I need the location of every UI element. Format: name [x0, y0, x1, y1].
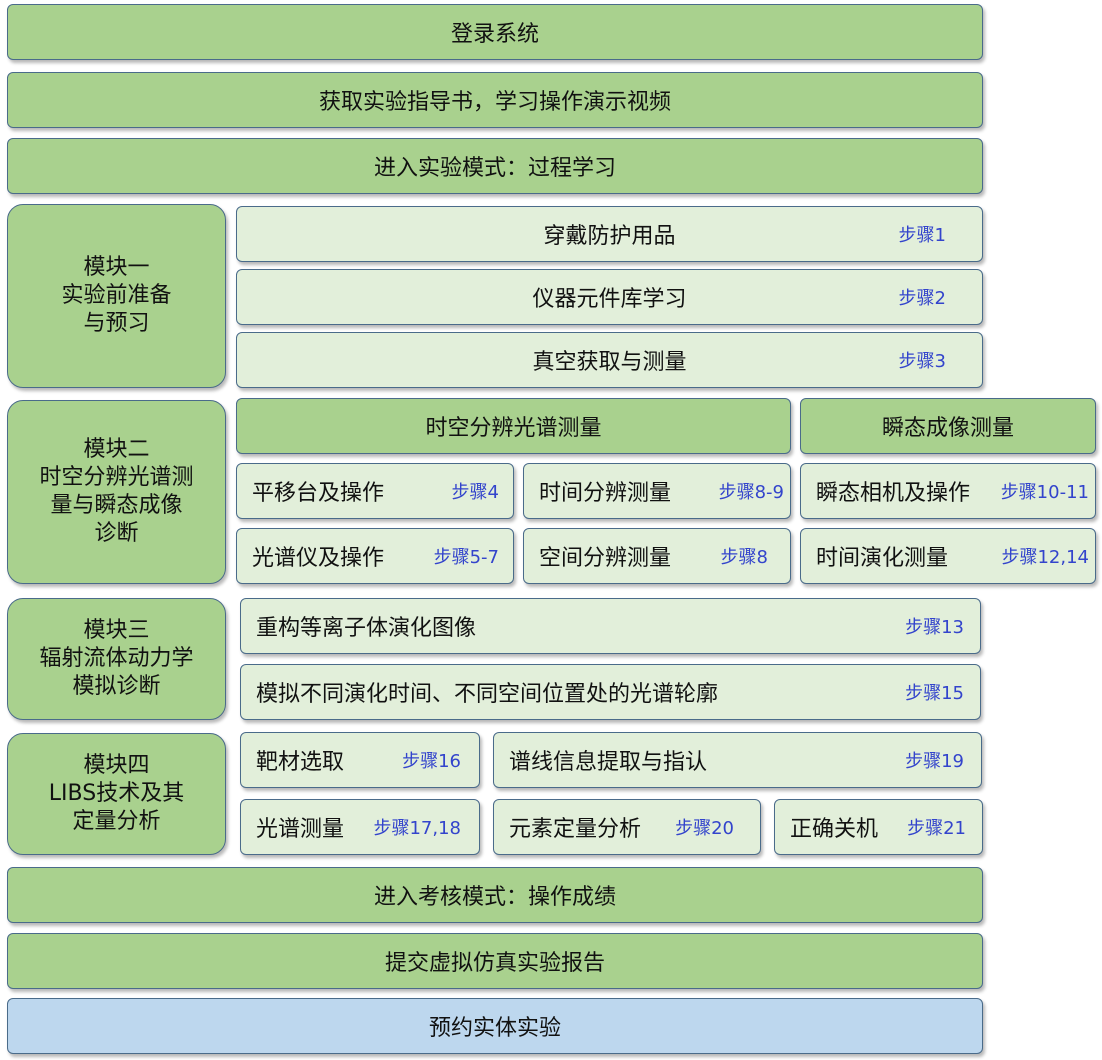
- step-number: 步骤12,14: [1001, 547, 1089, 568]
- step-number: 步骤10-11: [1000, 482, 1089, 503]
- step-time-resolved[interactable]: 时间分辨测量 步骤8-9: [523, 463, 791, 519]
- step-number: 步骤8: [720, 547, 768, 568]
- step-label: 元素定量分析: [509, 817, 642, 842]
- step-number: 步骤3: [898, 351, 946, 372]
- module1-title-line1: 模块一: [83, 255, 150, 280]
- step-line-info[interactable]: 谱线信息提取与指认 步骤19: [493, 732, 982, 788]
- submit-report-box[interactable]: 提交虚拟仿真实验报告: [7, 933, 983, 989]
- module2-title-line4: 诊断: [94, 521, 139, 546]
- step-label: 真空获取与测量: [532, 350, 687, 375]
- step-translation-stage[interactable]: 平移台及操作 步骤4: [236, 463, 514, 519]
- module4-title-line3: 定量分析: [72, 809, 161, 834]
- process-mode-box[interactable]: 进入实验模式：过程学习: [7, 138, 983, 194]
- module4-title-line2: LIBS技术及其: [48, 781, 185, 806]
- module3-box: 模块三 辐射流体动力学 模拟诊断: [7, 598, 226, 720]
- module4-title-line1: 模块四: [83, 753, 150, 778]
- step-label: 正确关机: [790, 817, 879, 842]
- spectral-measurement-header: 时空分辨光谱测量: [236, 398, 791, 454]
- step-spectrometer[interactable]: 光谱仪及操作 步骤5-7: [236, 528, 514, 584]
- step-shutdown[interactable]: 正确关机 步骤21: [774, 799, 983, 855]
- module1-title-line3: 与预习: [83, 311, 150, 336]
- step-label: 空间分辨测量: [539, 546, 672, 571]
- step-number: 步骤2: [898, 288, 946, 309]
- step-label: 重构等离子体演化图像: [256, 616, 477, 641]
- step-instrument-library[interactable]: 仪器元件库学习 步骤2: [236, 269, 983, 325]
- step-space-resolved[interactable]: 空间分辨测量 步骤8: [523, 528, 791, 584]
- process-mode-label: 进入实验模式：过程学习: [373, 156, 616, 181]
- step-label: 靶材选取: [256, 750, 345, 775]
- reserve-experiment-box[interactable]: 预约实体实验: [7, 998, 983, 1054]
- step-protective-gear[interactable]: 穿戴防护用品 步骤1: [236, 206, 983, 262]
- login-system-label: 登录系统: [450, 22, 539, 47]
- module2-title-line1: 模块二: [83, 437, 150, 462]
- submit-report-label: 提交虚拟仿真实验报告: [384, 951, 605, 976]
- step-label: 平移台及操作: [252, 481, 385, 506]
- step-time-evolution[interactable]: 时间演化测量 步骤12,14: [800, 528, 1096, 584]
- get-guide-box[interactable]: 获取实验指导书，学习操作演示视频: [7, 72, 983, 128]
- login-system-box[interactable]: 登录系统: [7, 4, 983, 60]
- step-number: 步骤16: [402, 751, 461, 772]
- step-element-analysis[interactable]: 元素定量分析 步骤20: [493, 799, 761, 855]
- module2-title-line3: 量与瞬态成像: [50, 493, 183, 518]
- step-number: 步骤21: [907, 818, 966, 839]
- step-number: 步骤20: [675, 818, 734, 839]
- step-label: 时间演化测量: [816, 546, 949, 571]
- transient-imaging-header-label: 瞬态成像测量: [881, 416, 1014, 441]
- assess-mode-label: 进入考核模式：操作成绩: [373, 885, 616, 910]
- module1-title-line2: 实验前准备: [61, 283, 172, 308]
- step-label: 仪器元件库学习: [532, 287, 687, 312]
- step-transient-camera[interactable]: 瞬态相机及操作 步骤10-11: [800, 463, 1096, 519]
- step-number: 步骤13: [905, 617, 964, 638]
- module2-box: 模块二 时空分辨光谱测 量与瞬态成像 诊断: [7, 400, 226, 584]
- transient-imaging-header: 瞬态成像测量: [800, 398, 1096, 454]
- reserve-experiment-label: 预约实体实验: [428, 1016, 561, 1041]
- step-label: 谱线信息提取与指认: [509, 750, 708, 775]
- spectral-measurement-header-label: 时空分辨光谱测量: [425, 416, 602, 441]
- step-spectral-measurement[interactable]: 光谱测量 步骤17,18: [240, 799, 480, 855]
- step-number: 步骤1: [898, 225, 946, 246]
- step-number: 步骤15: [905, 683, 964, 704]
- get-guide-label: 获取实验指导书，学习操作演示视频: [318, 90, 671, 115]
- step-label: 光谱测量: [256, 817, 345, 842]
- step-number: 步骤4: [451, 482, 499, 503]
- step-target-selection[interactable]: 靶材选取 步骤16: [240, 732, 480, 788]
- step-label: 瞬态相机及操作: [816, 481, 971, 506]
- module3-title-line3: 模拟诊断: [72, 674, 161, 699]
- step-number: 步骤19: [905, 751, 964, 772]
- step-label: 穿戴防护用品: [543, 224, 676, 249]
- step-label: 光谱仪及操作: [252, 546, 385, 571]
- assess-mode-box[interactable]: 进入考核模式：操作成绩: [7, 867, 983, 923]
- module1-box: 模块一 实验前准备 与预习: [7, 204, 226, 388]
- step-label: 时间分辨测量: [539, 481, 672, 506]
- module4-box: 模块四 LIBS技术及其 定量分析: [7, 733, 226, 855]
- step-number: 步骤17,18: [373, 818, 461, 839]
- step-reconstruct-plasma[interactable]: 重构等离子体演化图像 步骤13: [240, 598, 981, 654]
- step-number: 步骤8-9: [718, 482, 784, 503]
- step-vacuum[interactable]: 真空获取与测量 步骤3: [236, 332, 983, 388]
- module3-title-line2: 辐射流体动力学: [39, 646, 194, 671]
- module3-title-line1: 模块三: [83, 618, 150, 643]
- module2-title-line2: 时空分辨光谱测: [39, 465, 194, 490]
- step-number: 步骤5-7: [433, 547, 499, 568]
- step-simulate-spectra[interactable]: 模拟不同演化时间、不同空间位置处的光谱轮廓 步骤15: [240, 664, 981, 720]
- step-label: 模拟不同演化时间、不同空间位置处的光谱轮廓: [256, 682, 719, 707]
